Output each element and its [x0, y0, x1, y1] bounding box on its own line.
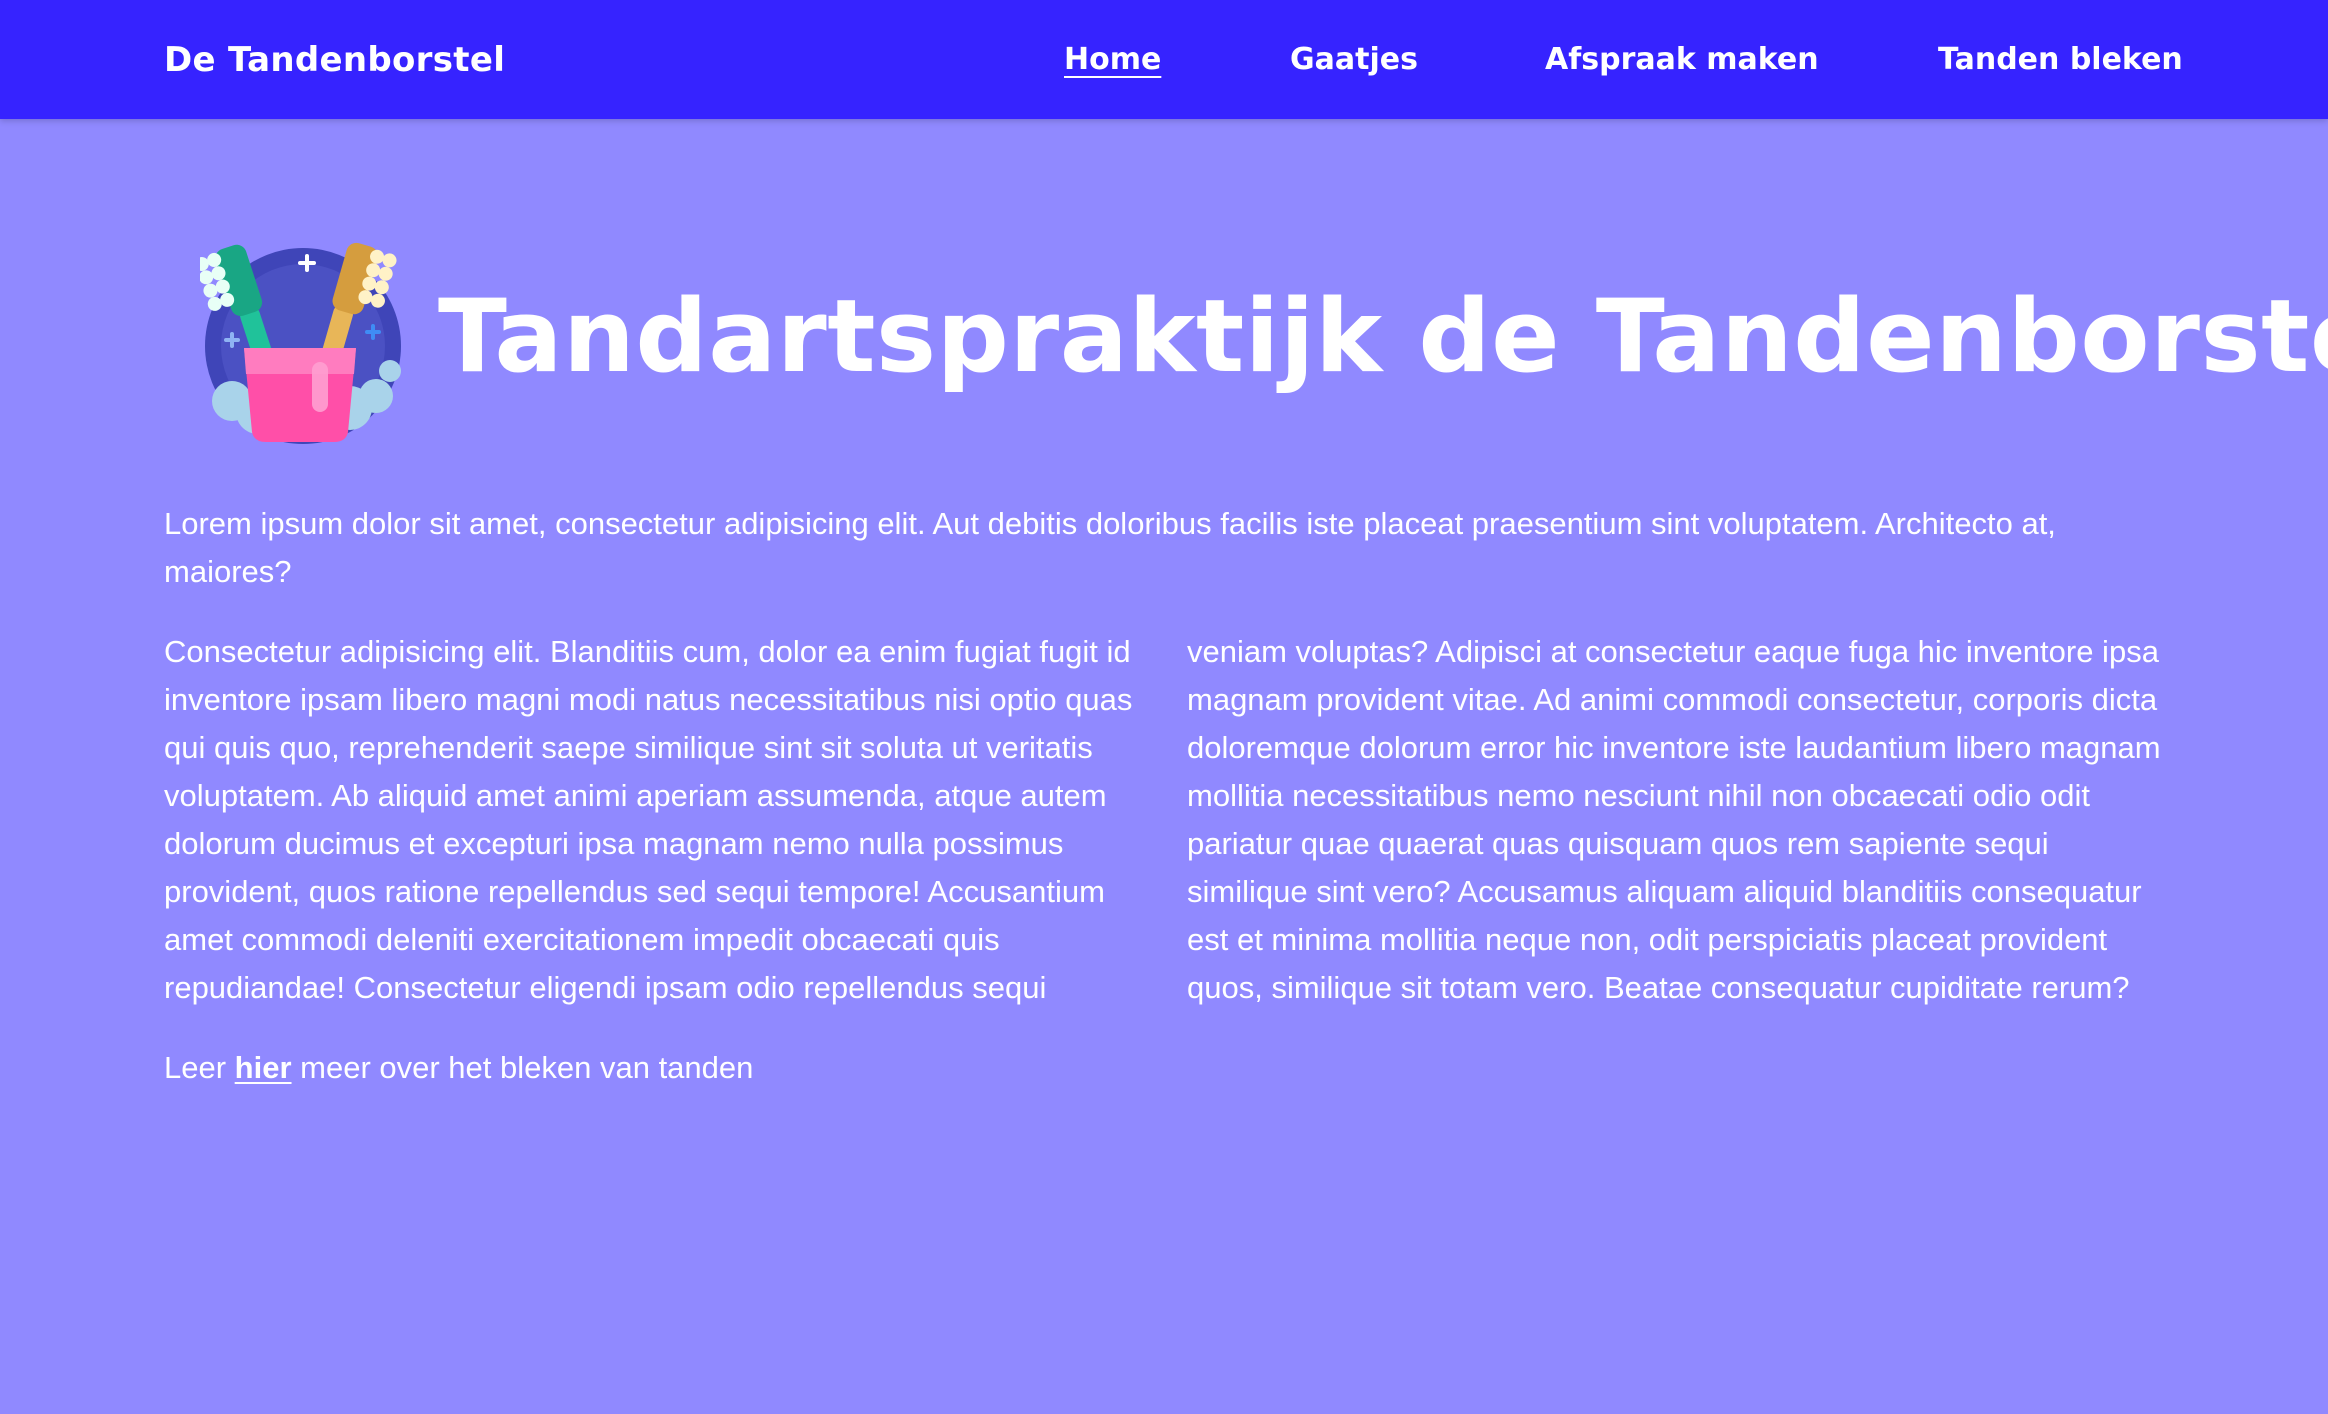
nav-link-tanden-bleken[interactable]: Tanden bleken [1938, 38, 2183, 82]
intro-paragraph: Lorem ipsum dolor sit amet, consectetur … [164, 506, 2056, 589]
main-content: Lorem ipsum dolor sit amet, consectetur … [164, 500, 2164, 1092]
learn-more-suffix: meer over het bleken van tanden [291, 1050, 754, 1085]
nav-link-gaatjes[interactable]: Gaatjes [1290, 38, 1418, 82]
brand-link[interactable]: De Tandenborstel [164, 38, 505, 82]
nav-link-home[interactable]: Home [1064, 38, 1161, 82]
toothbrush-cup-icon [200, 242, 401, 444]
two-column-text: Consectetur adipisicing elit. Blanditiis… [164, 628, 2164, 1012]
learn-more-prefix: Leer [164, 1050, 235, 1085]
whitening-link[interactable]: hier [235, 1050, 292, 1085]
page-title: Tandartspraktijk de Tandenborstel [438, 277, 2328, 395]
nav-link-afspraak-maken[interactable]: Afspraak maken [1545, 38, 1819, 82]
hero: Tandartspraktijk de Tandenborstel [200, 236, 2328, 448]
navbar: De Tandenborstel Home Gaatjes Afspraak m… [0, 0, 2328, 119]
learn-more-paragraph: Leer hier meer over het bleken van tande… [164, 1044, 2164, 1092]
body-paragraph: Consectetur adipisicing elit. Blanditiis… [164, 634, 2161, 1005]
